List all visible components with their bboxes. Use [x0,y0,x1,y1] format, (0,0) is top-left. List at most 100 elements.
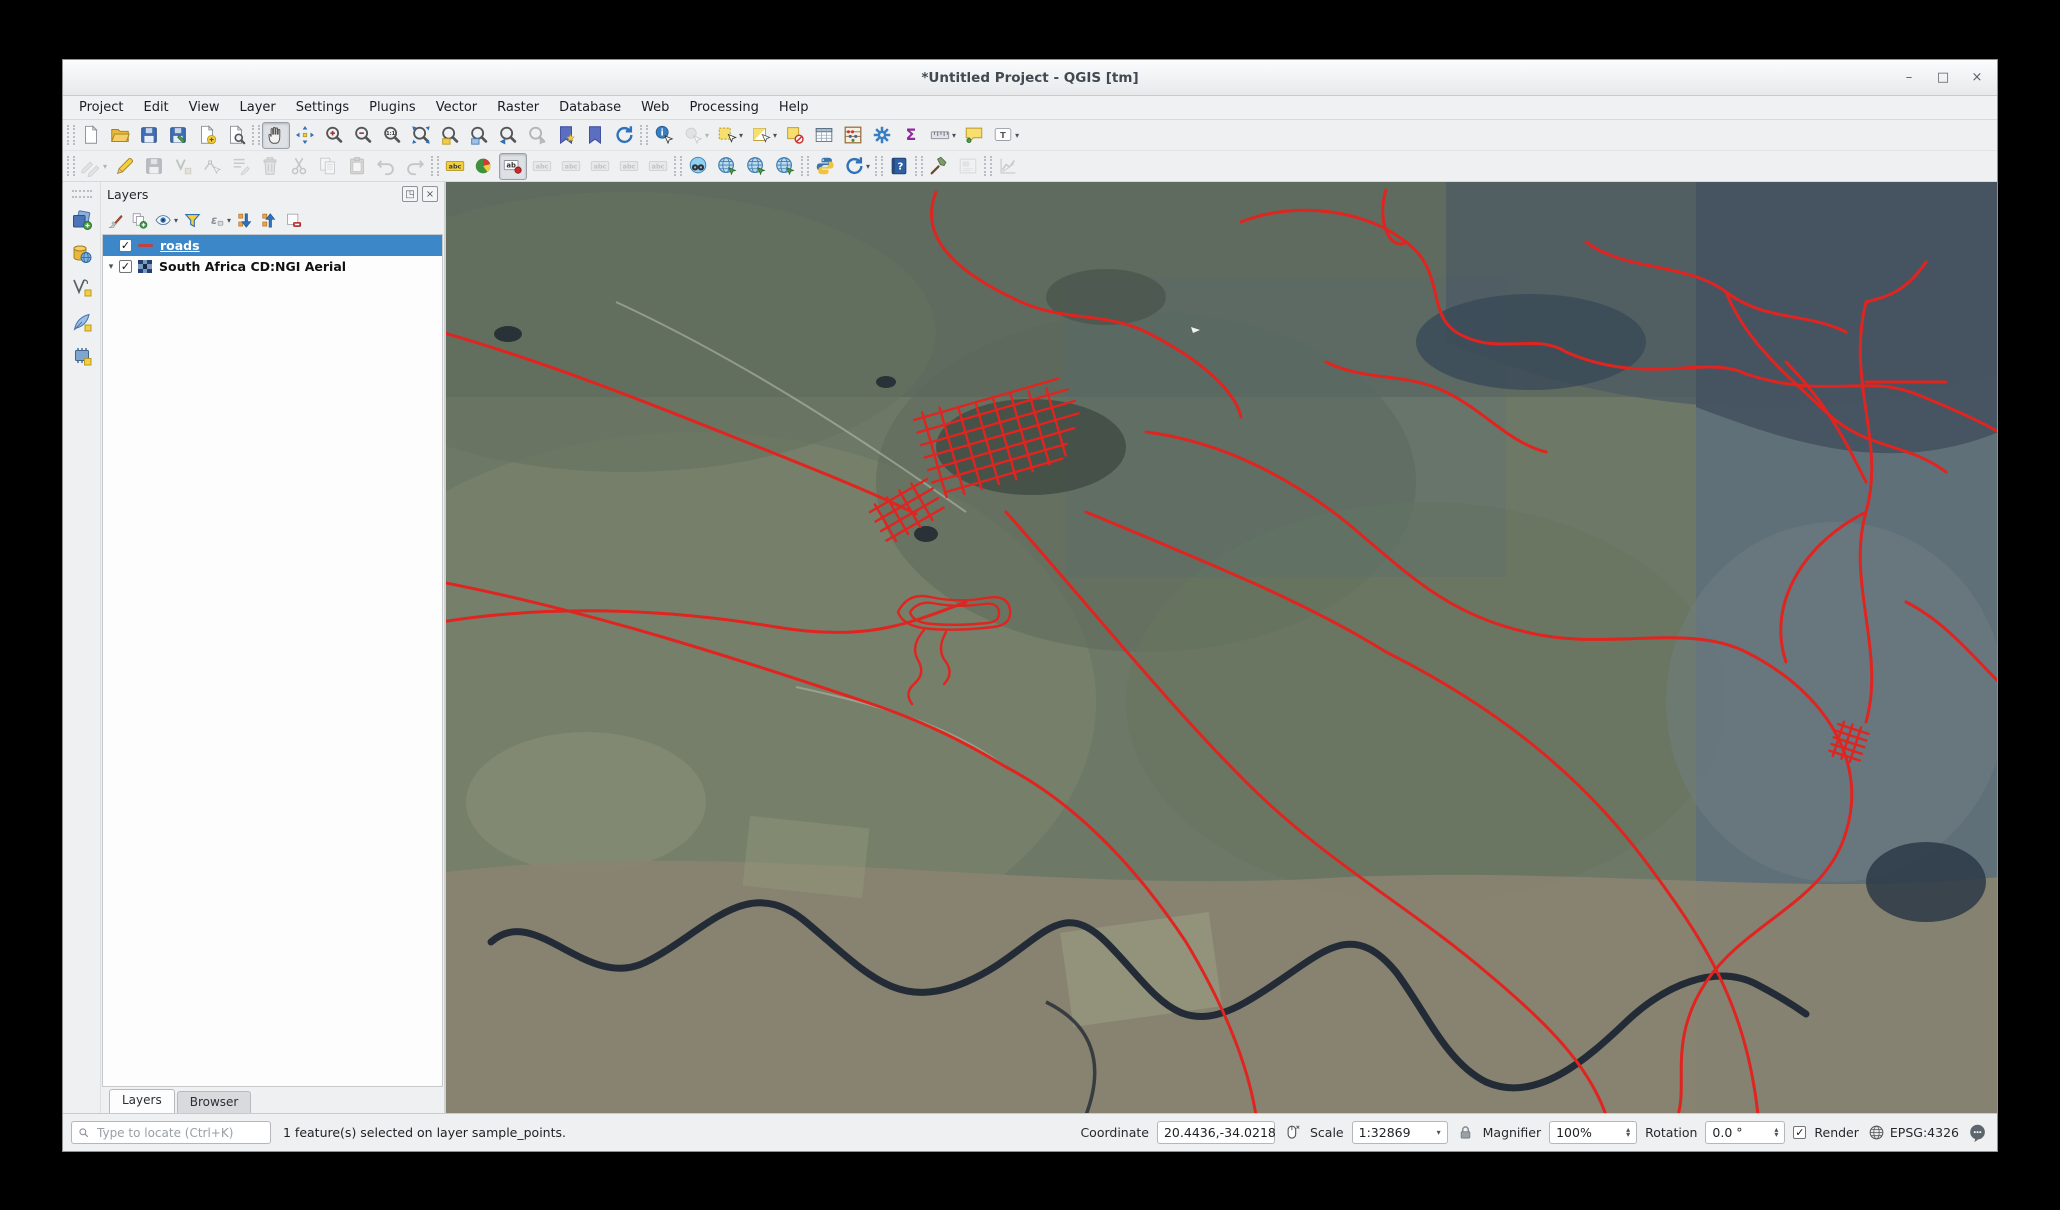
new-print-layout-button[interactable] [193,122,221,149]
locate-input[interactable] [95,1125,265,1141]
panel-float-button[interactable]: ◳ [402,186,418,202]
pan-to-selection-button[interactable] [291,122,319,149]
menu-item[interactable]: Project [69,98,133,117]
toolbar-handle[interactable] [72,190,92,198]
text-annotation-button[interactable]: ▾ [989,122,1022,149]
open-attribute-table-button[interactable] [810,122,838,149]
menu-item[interactable]: View [179,98,230,117]
deselect-all-layers-button[interactable] [781,122,809,149]
extents-toggle-icon[interactable] [1283,1123,1302,1142]
toolbar-handle[interactable] [252,125,260,145]
measure-button[interactable]: ▾ [926,122,959,149]
zoom-last-button[interactable] [494,122,522,149]
pin-labels-button[interactable] [499,153,527,180]
layer-label[interactable]: South Africa CD:NGI Aerial [159,259,346,274]
paste-features-button[interactable] [343,153,371,180]
layout-manager-button[interactable] [222,122,250,149]
expand-all-button[interactable] [235,208,256,232]
dropdown-arrow-icon[interactable]: ▾ [174,216,178,225]
toolbar-handle[interactable] [640,125,648,145]
save-project-button[interactable] [135,122,163,149]
close-button[interactable]: × [1967,70,1987,85]
reload-plugin-button[interactable]: ▾ [840,153,873,180]
title-bar[interactable]: *Untitled Project - QGIS [tm] –□× [63,60,1997,96]
rotate-label-button[interactable] [615,153,643,180]
toolbar-handle[interactable] [431,156,439,176]
save-layer-edits-button[interactable] [140,153,168,180]
toggle-editing-button[interactable] [111,153,139,180]
expander-icon[interactable]: ▾ [103,262,119,272]
dropdown-arrow-icon[interactable]: ▾ [1015,131,1019,140]
new-virtual-layer-button[interactable] [68,342,96,370]
menu-item[interactable]: Help [769,98,819,117]
web-service-2-button[interactable] [742,153,770,180]
refresh-map-button[interactable] [610,122,638,149]
toolbar-handle[interactable] [801,156,809,176]
save-project-as-button[interactable] [164,122,192,149]
statistics-button[interactable] [897,122,925,149]
zoom-next-button[interactable] [523,122,551,149]
copy-features-button[interactable] [314,153,342,180]
menu-item[interactable]: Settings [286,98,359,117]
layer-item-roads[interactable]: ✓ roads [103,235,442,256]
toolbar-handle[interactable] [984,156,992,176]
show-bookmarks-button[interactable] [581,122,609,149]
toolbar-handle[interactable] [67,156,75,176]
modify-attributes-button[interactable] [227,153,255,180]
move-label-button[interactable] [586,153,614,180]
zoom-native-button[interactable] [378,122,406,149]
zoom-in-button[interactable] [320,122,348,149]
crs-indicator[interactable]: EPSG:4326 [1867,1123,1959,1142]
profile-tool-button[interactable] [994,153,1022,180]
menu-item[interactable]: Edit [133,98,178,117]
layer-checkbox[interactable]: ✓ [119,260,132,273]
pan-map-button[interactable] [262,122,290,149]
osm-place-search-button[interactable] [925,153,953,180]
cut-features-button[interactable] [285,153,313,180]
dropdown-arrow-icon[interactable]: ▾ [705,131,709,140]
layer-label[interactable]: roads [160,238,200,253]
toolbar-handle[interactable] [875,156,883,176]
toolbar-handle[interactable] [674,156,682,176]
field-calculator-button[interactable] [839,122,867,149]
map-tips-button[interactable] [960,122,988,149]
vertex-tool-button[interactable] [198,153,226,180]
new-spatialite-layer-button[interactable] [68,308,96,336]
menu-item[interactable]: Raster [487,98,549,117]
messages-icon[interactable] [1967,1122,1989,1144]
python-console-button[interactable] [811,153,839,180]
layer-item-aerial[interactable]: ▾ ✓ South Africa CD:NGI Aerial [103,256,442,277]
undo-button[interactable] [372,153,400,180]
filter-by-expression-button[interactable]: ▾ [206,208,232,232]
zoom-out-button[interactable] [349,122,377,149]
dropdown-arrow-icon[interactable]: ▾ [739,131,743,140]
processing-toolbox-button[interactable] [868,122,896,149]
spin-buttons[interactable]: ▴▾ [1626,1128,1630,1138]
dropdown-arrow-icon[interactable]: ▾ [1437,1128,1441,1137]
dropdown-arrow-icon[interactable]: ▾ [103,162,107,171]
add-feature-button[interactable] [169,153,197,180]
menu-item[interactable]: Layer [230,98,286,117]
web-service-3-button[interactable] [771,153,799,180]
menu-item[interactable]: Database [549,98,631,117]
zoom-to-selection-button[interactable] [436,122,464,149]
redo-button[interactable] [401,153,429,180]
dropdown-arrow-icon[interactable]: ▾ [866,162,870,171]
new-geopackage-layer-button[interactable] [68,240,96,268]
show-hidden-labels-button[interactable] [557,153,585,180]
toolbar-handle[interactable] [915,156,923,176]
print-composer-button[interactable] [954,153,982,180]
identify-features-button[interactable] [650,122,678,149]
highlight-pinned-labels-button[interactable] [528,153,556,180]
select-features-button[interactable]: ▾ [713,122,746,149]
render-checkbox[interactable]: ✓ [1793,1126,1806,1139]
layer-diagram-button[interactable] [470,153,498,180]
new-shapefile-layer-button[interactable] [68,274,96,302]
toolbar-handle[interactable] [67,125,75,145]
scale-lock-icon[interactable] [1456,1123,1475,1142]
spin-buttons[interactable]: ▴▾ [1774,1128,1778,1138]
zoom-to-layer-button[interactable] [465,122,493,149]
layer-checkbox[interactable]: ✓ [119,239,132,252]
scale-combobox[interactable]: 1:32869▾ [1352,1121,1448,1144]
panel-close-button[interactable]: × [422,186,438,202]
